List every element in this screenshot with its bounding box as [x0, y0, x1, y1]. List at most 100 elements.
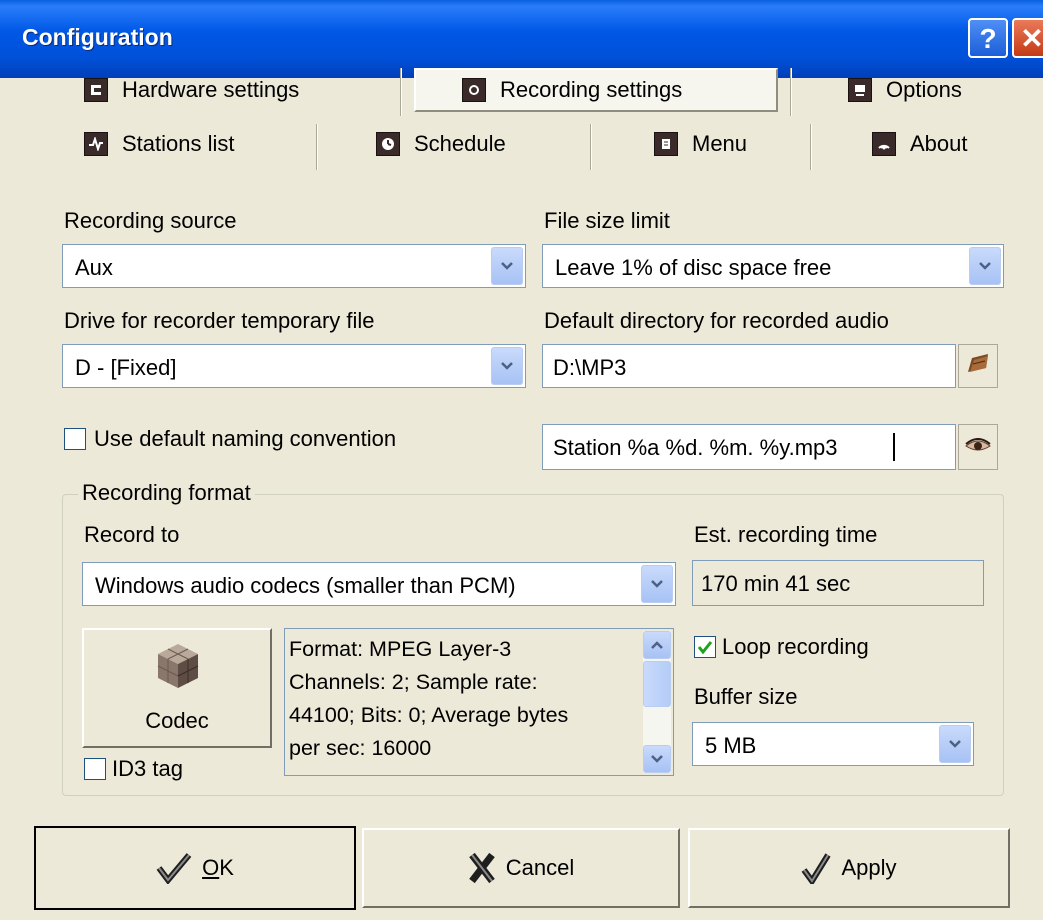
title-bar[interactable]: Configuration ? ✕ — [0, 0, 1043, 78]
file-size-limit-value: Leave 1% of disc space free — [555, 255, 832, 280]
est-recording-time-value: 170 min 41 sec — [701, 571, 851, 596]
scroll-up-button[interactable] — [643, 631, 671, 659]
chevron-down-icon[interactable] — [939, 725, 971, 763]
temp-drive-select[interactable]: D - [Fixed] — [62, 344, 526, 388]
format-info-box[interactable]: Format: MPEG Layer-3 Channels: 2; Sample… — [284, 628, 674, 776]
check-icon — [156, 852, 192, 884]
monitor-icon — [848, 78, 872, 102]
close-icon: ✕ — [1020, 23, 1043, 54]
tab-schedule[interactable]: Schedule — [376, 122, 506, 166]
default-directory-input[interactable]: D:\MP3 — [542, 344, 956, 388]
text-cursor — [893, 433, 895, 461]
naming-pattern-input[interactable]: Station %a %d. %m. %y.mp3 — [542, 424, 956, 470]
chevron-down-icon[interactable] — [641, 565, 673, 603]
apply-button-label: Apply — [841, 855, 897, 880]
tab-label: Schedule — [414, 131, 506, 156]
tab-label: Stations list — [122, 131, 235, 156]
tab-label: Menu — [692, 131, 748, 156]
codec-button-label: Codec — [145, 708, 209, 733]
tab-divider — [810, 124, 812, 170]
buffer-size-select[interactable]: 5 MB — [692, 722, 974, 766]
configuration-window: Configuration ? ✕ Hardware settings Reco… — [0, 0, 1043, 920]
apply-check-icon — [801, 852, 832, 884]
loop-recording-checkbox[interactable] — [694, 636, 716, 658]
buffer-size-label: Buffer size — [694, 684, 798, 709]
hardware-icon — [84, 78, 108, 102]
eye-icon — [965, 434, 991, 460]
clock-icon — [376, 132, 400, 156]
tab-label: Hardware settings — [122, 77, 300, 102]
scroll-thumb[interactable] — [643, 661, 671, 707]
tab-divider — [790, 68, 792, 116]
folder-icon — [966, 352, 990, 380]
record-to-value: Windows audio codecs (smaller than PCM) — [95, 573, 516, 598]
record-to-label: Record to — [84, 522, 180, 547]
file-size-limit-label: File size limit — [544, 208, 670, 233]
temp-drive-label: Drive for recorder temporary file — [64, 308, 375, 333]
default-naming-label: Use default naming convention — [94, 426, 397, 451]
format-info-text: Format: MPEG Layer-3 Channels: 2; Sample… — [289, 633, 637, 765]
naming-pattern-value: Station %a %d. %m. %y.mp3 — [553, 435, 838, 460]
file-size-limit-select[interactable]: Leave 1% of disc space free — [542, 244, 1004, 288]
help-button[interactable]: ? — [968, 18, 1008, 58]
apply-button[interactable]: Apply — [688, 828, 1010, 908]
format-info-line: Channels: 2; Sample rate: — [289, 670, 538, 694]
ok-label-rest: K — [219, 855, 234, 880]
tab-options[interactable]: Options — [848, 68, 962, 112]
default-directory-label: Default directory for recorded audio — [544, 308, 889, 333]
ok-mnemonic: O — [202, 855, 220, 880]
recording-source-label: Recording source — [64, 208, 237, 233]
recording-source-select[interactable]: Aux — [62, 244, 526, 288]
recording-format-title: Recording format — [78, 480, 255, 506]
tab-divider — [400, 68, 402, 116]
chevron-down-icon[interactable] — [491, 247, 523, 285]
format-info-line: per sec: 16000 — [289, 736, 432, 760]
pulse-icon — [84, 132, 108, 156]
tab-label: Recording settings — [500, 77, 683, 102]
id3-tag-checkbox[interactable] — [84, 758, 106, 780]
ok-button[interactable]: OK — [34, 826, 356, 910]
checkmark-icon — [697, 641, 713, 655]
window-title: Configuration — [22, 24, 173, 50]
record-icon — [462, 78, 486, 102]
format-info-scrollbar[interactable] — [643, 631, 671, 773]
id3-tag-label: ID3 tag — [112, 756, 183, 781]
format-info-line: 44100; Bits: 0; Average bytes — [289, 703, 569, 727]
signal-icon — [872, 132, 896, 156]
temp-drive-value: D - [Fixed] — [75, 355, 177, 380]
tab-hardware-settings[interactable]: Hardware settings — [84, 68, 299, 112]
menu-icon — [654, 132, 678, 156]
preview-name-button[interactable] — [958, 424, 998, 470]
loop-recording-label: Loop recording — [722, 634, 869, 659]
default-naming-checkbox[interactable] — [64, 428, 86, 450]
tab-about[interactable]: About — [872, 122, 968, 166]
recording-source-value: Aux — [75, 255, 113, 280]
tab-recording-settings[interactable]: Recording settings — [414, 68, 778, 112]
browse-folder-button[interactable] — [958, 344, 998, 388]
codec-cube-icon — [156, 642, 200, 696]
default-directory-value: D:\MP3 — [553, 355, 627, 380]
chevron-down-icon[interactable] — [491, 347, 523, 385]
format-info-line: Format: MPEG Layer-3 — [289, 637, 512, 661]
tab-stations-list[interactable]: Stations list — [84, 122, 235, 166]
codec-button[interactable]: Codec — [82, 628, 272, 748]
help-icon: ? — [979, 23, 997, 54]
scroll-down-button[interactable] — [643, 745, 671, 773]
tab-divider — [316, 124, 318, 170]
buffer-size-value: 5 MB — [705, 733, 757, 758]
est-recording-time-field: 170 min 41 sec — [692, 560, 984, 606]
est-recording-time-label: Est. recording time — [694, 522, 878, 547]
chevron-up-icon — [651, 641, 663, 649]
cancel-button-label: Cancel — [505, 855, 575, 880]
tab-menu[interactable]: Menu — [654, 122, 747, 166]
tab-label: Options — [886, 77, 962, 102]
tab-divider — [590, 124, 592, 170]
cross-icon — [468, 852, 496, 884]
chevron-down-icon — [651, 755, 663, 763]
tab-label: About — [910, 131, 968, 156]
close-button[interactable]: ✕ — [1012, 18, 1043, 58]
cancel-button[interactable]: Cancel — [362, 828, 680, 908]
record-to-select[interactable]: Windows audio codecs (smaller than PCM) — [82, 562, 676, 606]
chevron-down-icon[interactable] — [969, 247, 1001, 285]
ok-button-label: OK — [202, 855, 234, 881]
